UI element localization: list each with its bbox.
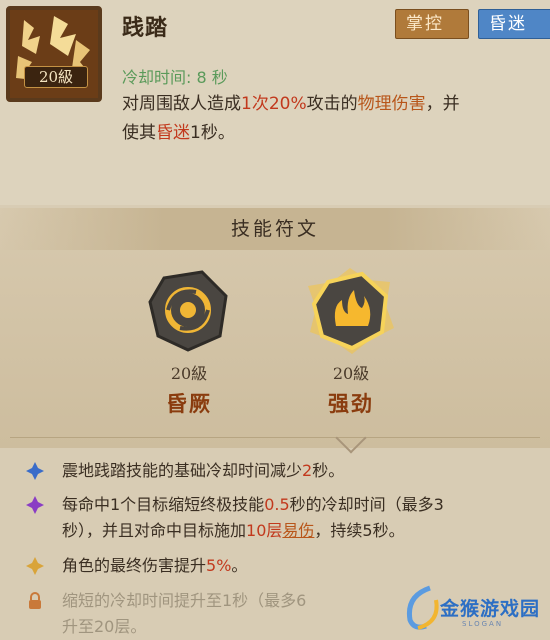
effect-text: 缩短的冷却时间提升至1秒（最多6 [62,591,307,610]
section-divider [10,437,540,438]
runes-header: 技能符文 [0,208,550,250]
rune-effect-item: 每命中1个目标缩短终极技能0.5秒的冷却时间（最多3 秒），并且对命中目标施加10… [26,492,536,544]
skill-description: 对周围敌人造成1次20%攻击的物理伤害，并 使其昏迷1秒。 [122,90,542,148]
effect-text: 秒的冷却时间（最多3 [289,495,444,514]
effect-text: 每命中1个目标缩短终极技能 [62,495,265,514]
effect-text: 。 [231,556,248,575]
rune-effect-item: 角色的最终伤害提升5%。 [26,553,536,579]
rune-name: 强劲 [328,392,374,416]
effect-value: 10层 [246,521,283,540]
rune-name: 昏厥 [166,392,212,416]
desc-stun: 昏迷 [156,123,190,143]
watermark-swirl-icon [406,585,439,630]
skill-level-badge: 20級 [24,66,88,88]
desc-hit-count: 1次 [241,94,269,114]
skill-detail-panel: 20級 践踏 掌控 昏迷 冷却时间: 8 秒 对周围敌人造成1次20%攻击的物理… [0,0,550,205]
desc-text: 攻击的 [306,94,358,114]
rune-level: 20級 [332,364,370,383]
effect-text: 升至20层。 [62,617,147,636]
tag-control: 掌控 [395,9,469,39]
desc-text: 对周围敌人造成 [122,94,241,114]
rune-strong[interactable]: 20級 强劲 [296,266,406,418]
skill-title: 践踏 [122,16,169,41]
effect-text: 秒），并且对命中目标施加 [62,521,247,540]
desc-text: 使其 [122,123,156,143]
desc-percent: 20% [268,94,307,114]
gold-diamond-icon [26,557,44,575]
stomp-icon: 20級 [6,6,102,102]
cooldown-text: 冷却时间: 8 秒 [122,68,228,87]
skill-runes-panel: 技能符文 20級 昏厥 20級 强劲 [0,208,550,448]
vulnerable-link[interactable]: 易伤 [282,521,314,540]
desc-damage-type: 物理伤害 [357,94,426,114]
flame-rune-icon [306,266,396,356]
lock-icon [29,592,41,609]
effect-text: ，持续5秒。 [314,521,405,540]
effect-text: 角色的最终伤害提升 [62,556,207,575]
effect-value: 2 [302,461,313,480]
desc-text: ，并 [425,94,460,114]
watermark-sub: SLOGAN [462,620,504,628]
effect-text: 秒。 [312,461,345,480]
rune-stun[interactable]: 20級 昏厥 [134,266,244,418]
effect-text: 震地践踏技能的基础冷却时间减少 [62,461,303,480]
purple-diamond-icon [26,496,44,514]
rune-effect-item: 震地践踏技能的基础冷却时间减少2秒。 [26,458,536,484]
rune-level: 20級 [170,364,208,383]
spiral-rune-icon [144,266,234,356]
watermark-text: 金猴游戏园 [440,598,541,620]
blue-diamond-icon [26,462,44,480]
effect-value: 0.5 [264,495,290,514]
effect-value: 5% [206,556,232,575]
watermark-logo: 金猴游戏园 SLOGAN [400,580,550,635]
desc-text: 1秒。 [190,123,235,143]
tag-stun: 昏迷 [478,9,550,39]
